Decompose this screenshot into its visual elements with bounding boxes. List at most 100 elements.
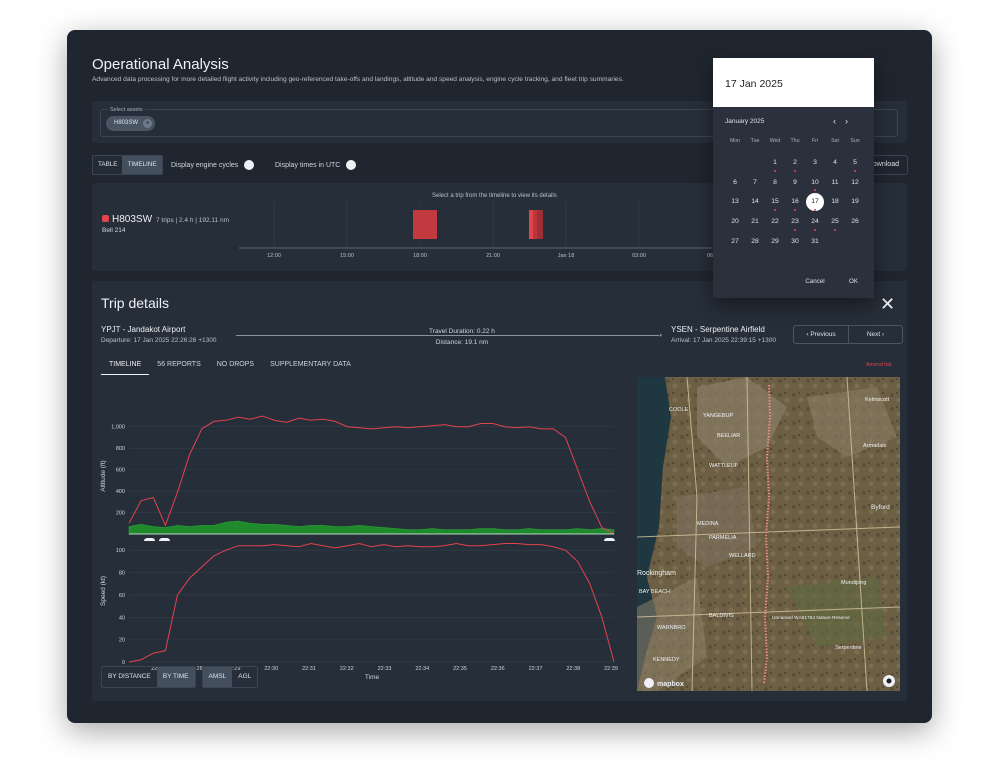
- calendar-day-22[interactable]: 22: [765, 213, 785, 233]
- engine-cycles-label: Display engine cycles: [171, 161, 239, 169]
- tab-reports[interactable]: 56 REPORTS: [149, 361, 208, 375]
- activity-dot: [794, 228, 796, 231]
- tab-timeline[interactable]: TIMELINE: [122, 156, 162, 174]
- y-tick-label: 800: [116, 446, 125, 452]
- chevron-left-icon[interactable]: ‹: [833, 116, 845, 126]
- map-label: Byford: [871, 504, 890, 511]
- calendar-day-25[interactable]: 25: [825, 213, 845, 233]
- next-button[interactable]: Next ›: [848, 326, 902, 343]
- map-label: BALDIVIS: [709, 613, 734, 619]
- close-icon[interactable]: ✕: [880, 295, 895, 313]
- x-tick-label: 22:38: [566, 666, 580, 672]
- altitude-chart: 200 400 600 800 1,000 Altitude (ft): [100, 415, 615, 541]
- calendar-day-18[interactable]: 18: [825, 193, 845, 213]
- amsl-button[interactable]: AMSL: [202, 667, 233, 687]
- calendar-day-30[interactable]: 30: [785, 233, 805, 253]
- calendar-day-31[interactable]: 31: [805, 233, 825, 253]
- calendar-day-20[interactable]: 20: [725, 213, 745, 233]
- view-toggle: TABLE TIMELINE: [92, 155, 163, 175]
- x-tick-label: 22:35: [453, 666, 467, 672]
- y-axis-label: Speed (kt): [100, 576, 107, 606]
- travel-duration: Travel Duration: 0.22 h: [429, 328, 495, 335]
- by-distance-button[interactable]: BY DISTANCE: [102, 667, 157, 687]
- weekday-label: Sat: [831, 138, 839, 144]
- by-time-button[interactable]: BY TIME: [156, 667, 195, 687]
- calendar-day-28[interactable]: 28: [745, 233, 765, 253]
- calendar-day-24[interactable]: 24: [805, 213, 825, 233]
- x-tick-label: 22:31: [302, 666, 316, 672]
- calendar-day-6[interactable]: 6: [725, 174, 745, 194]
- calendar-day-4[interactable]: 4: [825, 154, 845, 174]
- utc-switch[interactable]: Display times in UTC: [275, 160, 357, 170]
- x-tick-label: 22:39: [604, 666, 618, 672]
- calendar-day-3[interactable]: 3: [805, 154, 825, 174]
- amend-trip-link[interactable]: Amend trip: [866, 362, 892, 368]
- chevron-right-icon[interactable]: ›: [845, 116, 857, 126]
- calendar-day-27[interactable]: 27: [725, 233, 745, 253]
- toggle-knob[interactable]: [346, 160, 357, 170]
- ok-button[interactable]: OK: [849, 278, 858, 285]
- y-tick-label: 100: [116, 548, 125, 554]
- x-tick-label: 22:37: [529, 666, 543, 672]
- activity-dot: [834, 228, 836, 231]
- x-axis-mode-toggle: BY DISTANCE BY TIME: [101, 666, 196, 688]
- map-label: Kelmscott: [865, 397, 890, 403]
- activity-dot: [794, 169, 796, 172]
- calendar-day-14[interactable]: 14: [745, 193, 765, 213]
- y-tick-label: 60: [119, 593, 125, 599]
- activity-dot: [814, 189, 816, 192]
- calendar-day-26[interactable]: 26: [845, 213, 865, 233]
- arrival-time: Arrival: 17 Jan 2025 22:39:15 +1300: [671, 337, 776, 344]
- chart-mode-toggles: BY DISTANCE BY TIME AMSL AGL: [101, 666, 259, 688]
- tab-drops[interactable]: NO DROPS: [209, 361, 262, 375]
- calendar-day-23[interactable]: 23: [785, 213, 805, 233]
- calendar-day-1[interactable]: 1: [765, 154, 785, 174]
- flight-map[interactable]: COOLE YANGEBUP BEELIAR WATTLEUP MEDINA P…: [637, 377, 900, 691]
- mapbox-logo-icon: [644, 678, 654, 688]
- tab-supplementary[interactable]: SUPPLEMENTARY DATA: [262, 361, 359, 375]
- map-label: MEDINA: [697, 521, 719, 527]
- calendar-day-17[interactable]: 17: [805, 193, 825, 213]
- calendar-day-19[interactable]: 19: [845, 193, 865, 213]
- trip-bar[interactable]: [533, 210, 537, 239]
- calendar-day-5[interactable]: 5: [845, 154, 865, 174]
- activity-dot: [794, 209, 796, 212]
- calendar-day-16[interactable]: 16: [785, 193, 805, 213]
- calendar-day-10[interactable]: 10: [805, 174, 825, 194]
- y-tick-label: 400: [116, 489, 125, 495]
- trip-bar[interactable]: [413, 210, 437, 239]
- calendar-day-8[interactable]: 8: [765, 174, 785, 194]
- date-picker-header: 17 Jan 2025: [713, 58, 874, 107]
- map-label: BEELIAR: [717, 433, 740, 439]
- tab-table[interactable]: TABLE: [93, 156, 123, 174]
- timeline-tick: 18:00: [413, 253, 427, 259]
- map-label: WARNBRO: [657, 625, 686, 631]
- calendar-nav: ‹›: [833, 116, 857, 126]
- calendar-empty-cell: [745, 154, 765, 174]
- calendar-day-11[interactable]: 11: [825, 174, 845, 194]
- previous-button[interactable]: ‹ Previous: [794, 326, 848, 343]
- calendar-day-7[interactable]: 7: [745, 174, 765, 194]
- trip-bar[interactable]: [537, 210, 543, 239]
- asset-chip[interactable]: H803SW ×: [106, 116, 156, 131]
- close-icon[interactable]: ×: [143, 119, 153, 128]
- asset-chip-label: H803SW: [114, 120, 139, 126]
- calendar-day-12[interactable]: 12: [845, 174, 865, 194]
- engine-cycles-switch[interactable]: Display engine cycles: [171, 160, 255, 170]
- y-tick-label: 80: [119, 571, 125, 577]
- tab-timeline[interactable]: TIMELINE: [101, 361, 150, 375]
- toggle-knob[interactable]: [244, 160, 255, 170]
- trip-bar[interactable]: [529, 210, 533, 239]
- calendar-day-21[interactable]: 21: [745, 213, 765, 233]
- agl-button[interactable]: AGL: [232, 667, 257, 687]
- map-label: COOLE: [669, 407, 689, 413]
- calendar-day-9[interactable]: 9: [785, 174, 805, 194]
- calendar-day-2[interactable]: 2: [785, 154, 805, 174]
- weekday-label: Wed: [769, 138, 781, 144]
- date-picker: 17 Jan 2025 January 2025 ‹› Mon Tue Wed Thu…: [713, 58, 874, 298]
- calendar-day-15[interactable]: 15: [765, 193, 785, 213]
- timeline-tick: 03:00: [632, 253, 646, 259]
- calendar-day-29[interactable]: 29: [765, 233, 785, 253]
- calendar-day-13[interactable]: 13: [725, 193, 745, 213]
- cancel-button[interactable]: Cancel: [805, 278, 824, 285]
